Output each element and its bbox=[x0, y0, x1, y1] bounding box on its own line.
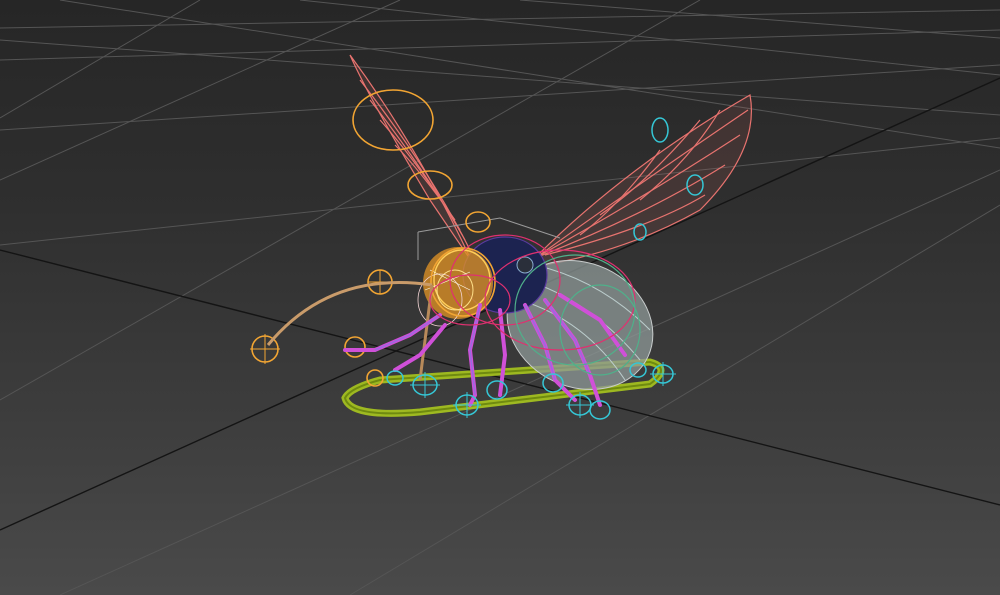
antenna-mesh[interactable] bbox=[266, 281, 434, 381]
back-wing-mesh[interactable] bbox=[349, 54, 473, 263]
3d-viewport[interactable] bbox=[0, 0, 1000, 595]
viewport-canvas[interactable] bbox=[0, 0, 1000, 595]
